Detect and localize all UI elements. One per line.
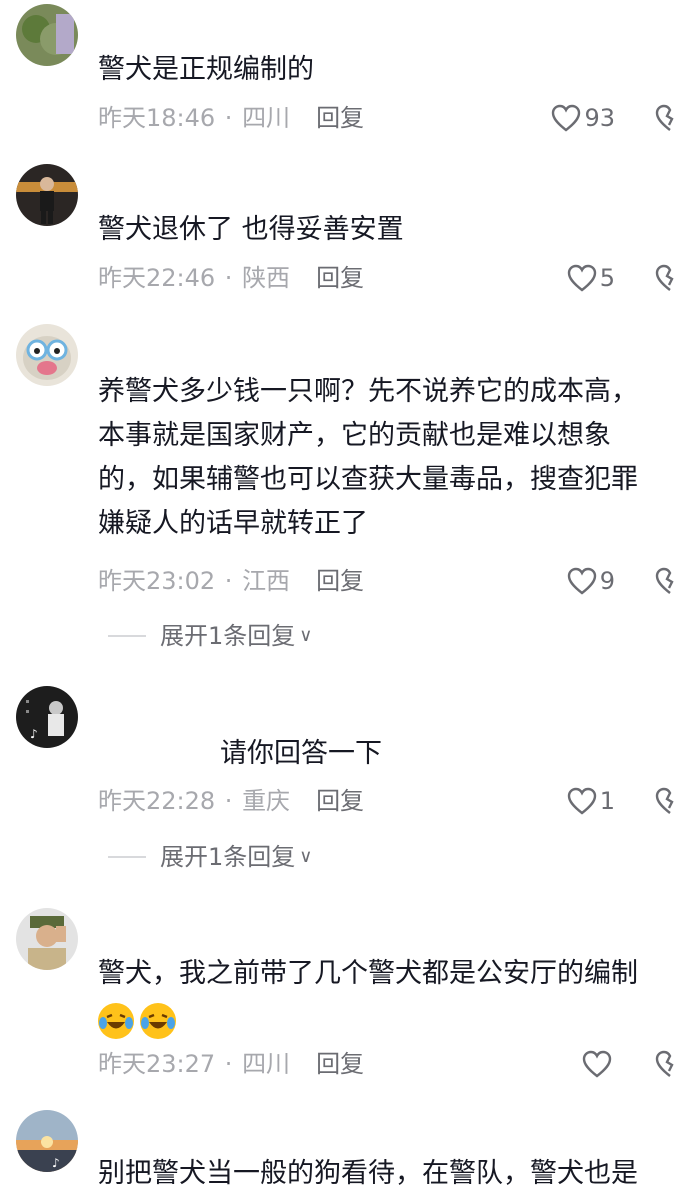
comment-meta: 昨天22:28 · 重庆 回复 [98, 787, 365, 815]
comment-text: 警犬，我之前带了几个警犬都是公安厅的编制 [98, 952, 683, 1042]
broken-heart-icon [655, 567, 674, 594]
comment-time: 昨天23:02 [98, 567, 216, 595]
expand-replies-label: 展开1条回复 [160, 622, 296, 650]
laughing-crying-emoji [140, 1002, 176, 1039]
expand-replies-button[interactable]: 展开1条回复 ∨ [108, 621, 312, 651]
comment-meta: 昨天23:02 · 江西 回复 [98, 567, 365, 595]
heart-icon [582, 1050, 612, 1078]
comment-location: 四川 [242, 104, 291, 132]
comment-time: 昨天23:27 [98, 1050, 216, 1078]
heart-icon [567, 787, 596, 815]
comment-time: 昨天22:46 [98, 264, 216, 292]
reply-button[interactable]: 回复 [316, 787, 364, 815]
comment-text: 请你回答一下 [220, 738, 382, 769]
broken-heart-icon [655, 264, 674, 291]
like-button[interactable]: 93 [551, 103, 615, 133]
like-count: 5 [599, 264, 615, 292]
like-button[interactable] [582, 1049, 615, 1079]
dislike-button[interactable] [655, 1049, 683, 1079]
chevron-down-icon: ∨ [299, 625, 313, 646]
comment-location: 江西 [242, 567, 291, 595]
like-button[interactable]: 9 [567, 566, 615, 596]
dislike-button[interactable] [655, 263, 683, 293]
heart-icon [567, 264, 596, 292]
comment-text: 养警犬多少钱一只啊？先不说养它的成本高， 本事就是国家财产，它的贡献也是难以想象… [98, 376, 638, 539]
like-count: 93 [584, 104, 615, 132]
laughing-crying-emoji [98, 1002, 134, 1039]
reply-button[interactable]: 回复 [316, 104, 364, 132]
reply-button[interactable]: 回复 [316, 264, 364, 292]
like-count: 9 [599, 567, 615, 595]
avatar[interactable] [16, 4, 78, 66]
expand-replies-label: 展开1条回复 [160, 843, 296, 871]
comment-time: 昨天18:46 [98, 104, 216, 132]
svg-text:♪: ♪ [52, 1156, 60, 1170]
like-button[interactable]: 5 [567, 263, 615, 293]
comment-text: 别把警犬当一般的狗看待，在警队，警犬也是 [98, 1158, 638, 1189]
svg-text:♪: ♪ [30, 727, 38, 741]
heart-icon [552, 104, 581, 132]
avatar[interactable] [16, 908, 78, 970]
heart-icon [567, 567, 596, 595]
divider [108, 856, 146, 858]
comment-text: 警犬退休了 也得妥善安置 [98, 214, 404, 245]
like-button[interactable]: 1 [567, 786, 615, 816]
chevron-down-icon: ∨ [299, 846, 313, 867]
comment-location: 重庆 [242, 787, 291, 815]
avatar[interactable]: ♪ [16, 686, 78, 748]
expand-replies-button[interactable]: 展开1条回复 ∨ [108, 842, 312, 872]
avatar[interactable] [16, 164, 78, 226]
dislike-button[interactable] [655, 566, 683, 596]
comment-location: 陕西 [242, 264, 291, 292]
reply-button[interactable]: 回复 [316, 567, 364, 595]
broken-heart-icon [655, 104, 674, 131]
broken-heart-icon [655, 1050, 674, 1077]
comment-meta: 昨天18:46 · 四川 回复 [98, 104, 365, 132]
comment-time: 昨天22:28 [98, 787, 216, 815]
dislike-button[interactable] [655, 786, 683, 816]
like-count: 1 [599, 787, 615, 815]
comment-location: 四川 [242, 1050, 291, 1078]
comment-meta: 昨天23:27 · 四川 回复 [98, 1050, 365, 1078]
broken-heart-icon [655, 787, 674, 814]
dislike-button[interactable] [655, 103, 683, 133]
avatar[interactable]: ♪ [16, 1110, 78, 1172]
reply-button[interactable]: 回复 [316, 1050, 364, 1078]
divider [108, 635, 146, 637]
comment-text: 警犬是正规编制的 [98, 54, 314, 85]
avatar[interactable] [16, 324, 78, 386]
comment-meta: 昨天22:46 · 陕西 回复 [98, 264, 365, 292]
